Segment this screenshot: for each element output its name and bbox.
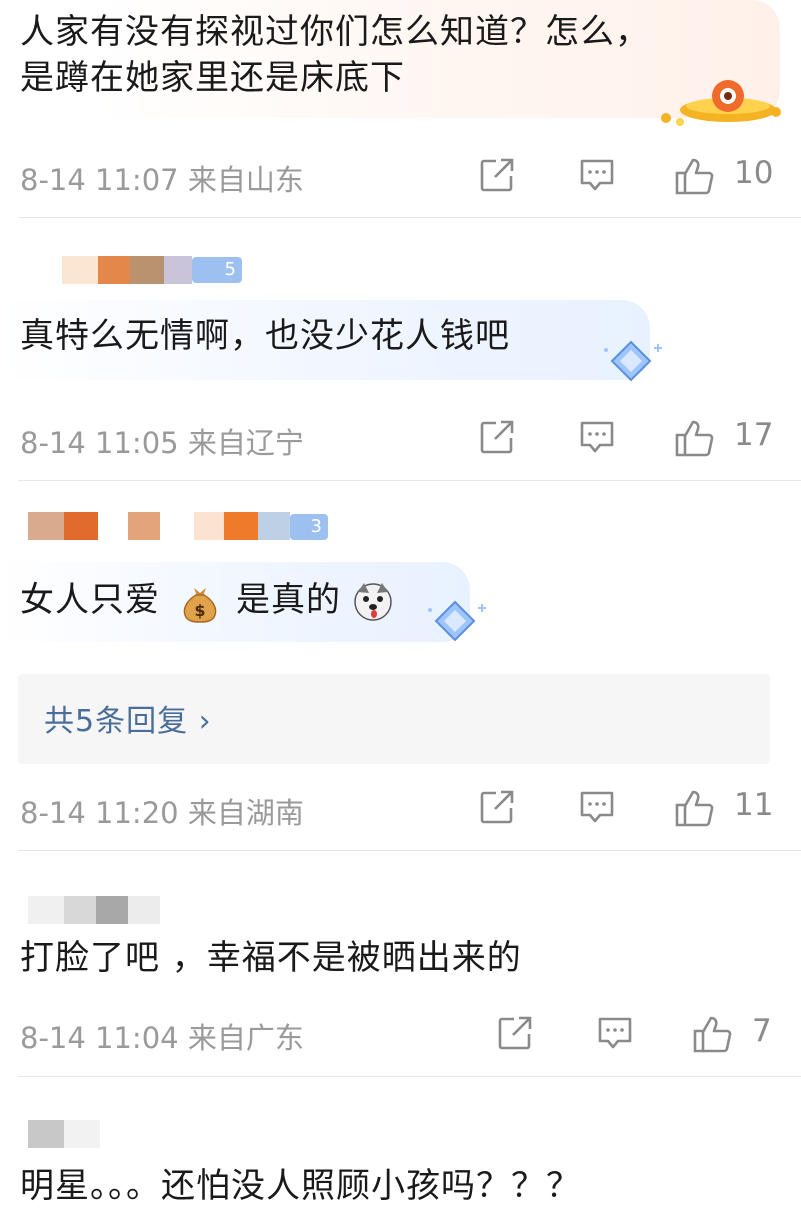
comment-4: 打脸了吧 ，幸福不是被晒出来的 8-14 11:04 来自广东 7	[0, 852, 801, 1078]
fan-level-badge: 5	[192, 257, 242, 283]
like-count: 17	[734, 417, 774, 453]
share-icon[interactable]	[478, 788, 516, 826]
redacted-block	[98, 256, 130, 284]
comment-meta: 8-14 11:04 来自广东	[20, 1021, 304, 1055]
comment-actions: 11	[478, 787, 778, 828]
like-count: 7	[752, 1013, 772, 1049]
gold-ufo-sticker	[661, 80, 781, 126]
comment-actions: 10	[478, 155, 778, 196]
comment-text-a: 女人只爱	[20, 580, 160, 620]
redacted-block	[128, 512, 160, 540]
money-bag-emoji: $	[183, 588, 217, 623]
redacted-block	[28, 512, 64, 540]
redacted-block	[64, 896, 96, 924]
comment-1: 人家有没有探视过你们怎么知道？怎么， 是蹲在她家里还是床底下 8-14 11:0…	[0, 0, 801, 218]
share-icon[interactable]	[496, 1014, 534, 1052]
divider	[18, 480, 801, 481]
view-replies-button[interactable]: 共5条回复 ›	[18, 674, 770, 764]
redacted-block	[258, 512, 290, 540]
redacted-block	[194, 512, 224, 540]
like-count: 11	[734, 787, 774, 823]
comment-text-b: 是真的	[236, 580, 341, 620]
redacted-block	[96, 896, 128, 924]
redacted-block	[224, 512, 258, 540]
comment-5: 明星。。。还怕没人照顾小孩吗？？？	[0, 1078, 801, 1224]
thumbs-up-icon[interactable]	[692, 1014, 734, 1054]
divider	[18, 1076, 801, 1077]
share-icon[interactable]	[478, 418, 516, 456]
thumbs-up-icon[interactable]	[674, 788, 716, 828]
view-replies-label: 共5条回复 ›	[44, 704, 212, 739]
comment-actions: 17	[478, 417, 778, 458]
comment-text-line-1: 人家有没有探视过你们怎么知道？怎么，	[20, 12, 650, 52]
redacted-block	[28, 896, 64, 924]
redacted-block	[62, 256, 98, 284]
redacted-block	[130, 256, 164, 284]
comment-icon[interactable]	[578, 788, 616, 826]
comment-2: 5 真特么无情啊，也没少花人钱吧 8-14 11:05 来自辽宁 17	[0, 218, 801, 482]
username-redacted[interactable]: 5	[62, 256, 262, 284]
diamond-badge-icon	[604, 340, 662, 382]
redacted-block	[64, 1120, 100, 1148]
comment-icon[interactable]	[578, 156, 616, 194]
redacted-block	[64, 512, 98, 540]
divider	[18, 850, 801, 851]
comment-meta: 8-14 11:05 来自辽宁	[20, 426, 304, 460]
comment-text: 打脸了吧 ，幸福不是被晒出来的	[20, 938, 522, 978]
comment-icon[interactable]	[596, 1014, 634, 1052]
thumbs-up-icon[interactable]	[674, 156, 716, 196]
redacted-block	[128, 896, 160, 924]
dog-face-emoji	[354, 583, 392, 621]
comment-text: 真特么无情啊，也没少花人钱吧	[20, 316, 510, 356]
share-icon[interactable]	[478, 156, 516, 194]
comment-meta: 8-14 11:20 来自湖南	[20, 796, 304, 830]
comment-meta: 8-14 11:07 来自山东	[20, 163, 304, 197]
redacted-block	[164, 256, 192, 284]
redacted-block	[28, 1120, 64, 1148]
username-redacted[interactable]	[28, 1120, 108, 1148]
username-redacted[interactable]: 3	[28, 512, 338, 540]
comment-text-line-2: 是蹲在她家里还是床底下	[20, 58, 405, 98]
comment-icon[interactable]	[578, 418, 616, 456]
svg-text:$: $	[194, 601, 205, 620]
comment-3: 3 女人只爱 $ 是真的 共5条回复 › 8-14 11:20 来自湖南 11	[0, 482, 801, 852]
thumbs-up-icon[interactable]	[674, 418, 716, 458]
diamond-badge-icon	[428, 600, 486, 642]
fan-level-badge: 3	[290, 514, 328, 540]
comment-text: 明星。。。还怕没人照顾小孩吗？？？	[20, 1166, 581, 1206]
username-redacted[interactable]	[28, 896, 168, 924]
like-count: 10	[734, 155, 774, 191]
comment-actions: 7	[496, 1013, 786, 1054]
